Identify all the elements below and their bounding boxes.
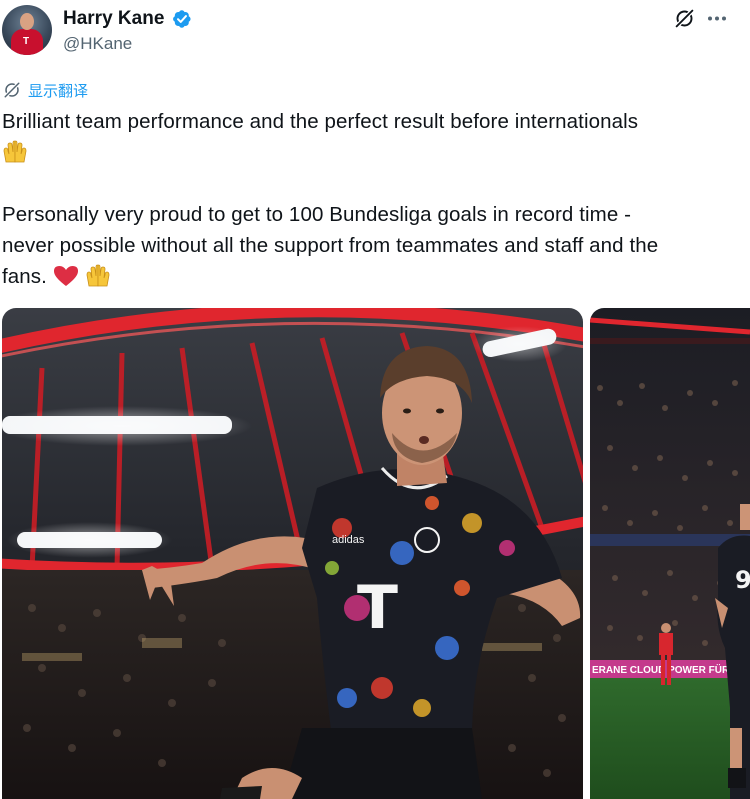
raising-hands-emoji bbox=[85, 264, 111, 288]
stadium-photo: ERANE CLOUD POWER FÜR 9 bbox=[590, 308, 750, 799]
avatar-head bbox=[20, 13, 34, 30]
show-translation-button[interactable]: 显示翻译 bbox=[3, 80, 88, 100]
shirt-sponsor-logo: T bbox=[357, 573, 398, 643]
avatar-shirt-logo: T bbox=[23, 36, 30, 47]
translate-icon bbox=[4, 82, 20, 98]
shirt-number: 9 bbox=[735, 566, 750, 594]
tweet-text-fans: fans. bbox=[2, 265, 47, 288]
avatar[interactable]: T bbox=[2, 5, 52, 55]
tweet-text-line-2 bbox=[2, 137, 28, 168]
tweet-text-line-4: never possible without all the support f… bbox=[2, 234, 659, 257]
tweet-text-line-1: Brilliant team performance and the perfe… bbox=[2, 110, 639, 133]
verified-badge-icon bbox=[173, 10, 191, 28]
media-photo-2[interactable]: ERANE CLOUD POWER FÜR 9 bbox=[590, 308, 750, 799]
tweet-text-line-5: fans. bbox=[2, 261, 111, 292]
celebration-photo: T adidas bbox=[2, 308, 583, 799]
author-handle[interactable]: @HKane bbox=[63, 34, 132, 54]
grok-icon[interactable] bbox=[674, 8, 695, 29]
media-photo-1[interactable]: T adidas bbox=[2, 308, 583, 799]
raising-hands-emoji bbox=[2, 140, 28, 164]
author-name[interactable]: Harry Kane bbox=[63, 8, 164, 30]
shirt-brand-logo: adidas bbox=[332, 534, 365, 546]
red-heart-emoji bbox=[53, 264, 79, 288]
tweet-text-line-3: Personally very proud to get to 100 Bund… bbox=[2, 203, 632, 226]
more-icon[interactable] bbox=[705, 8, 729, 29]
show-translation-label: 显示翻译 bbox=[28, 81, 89, 100]
